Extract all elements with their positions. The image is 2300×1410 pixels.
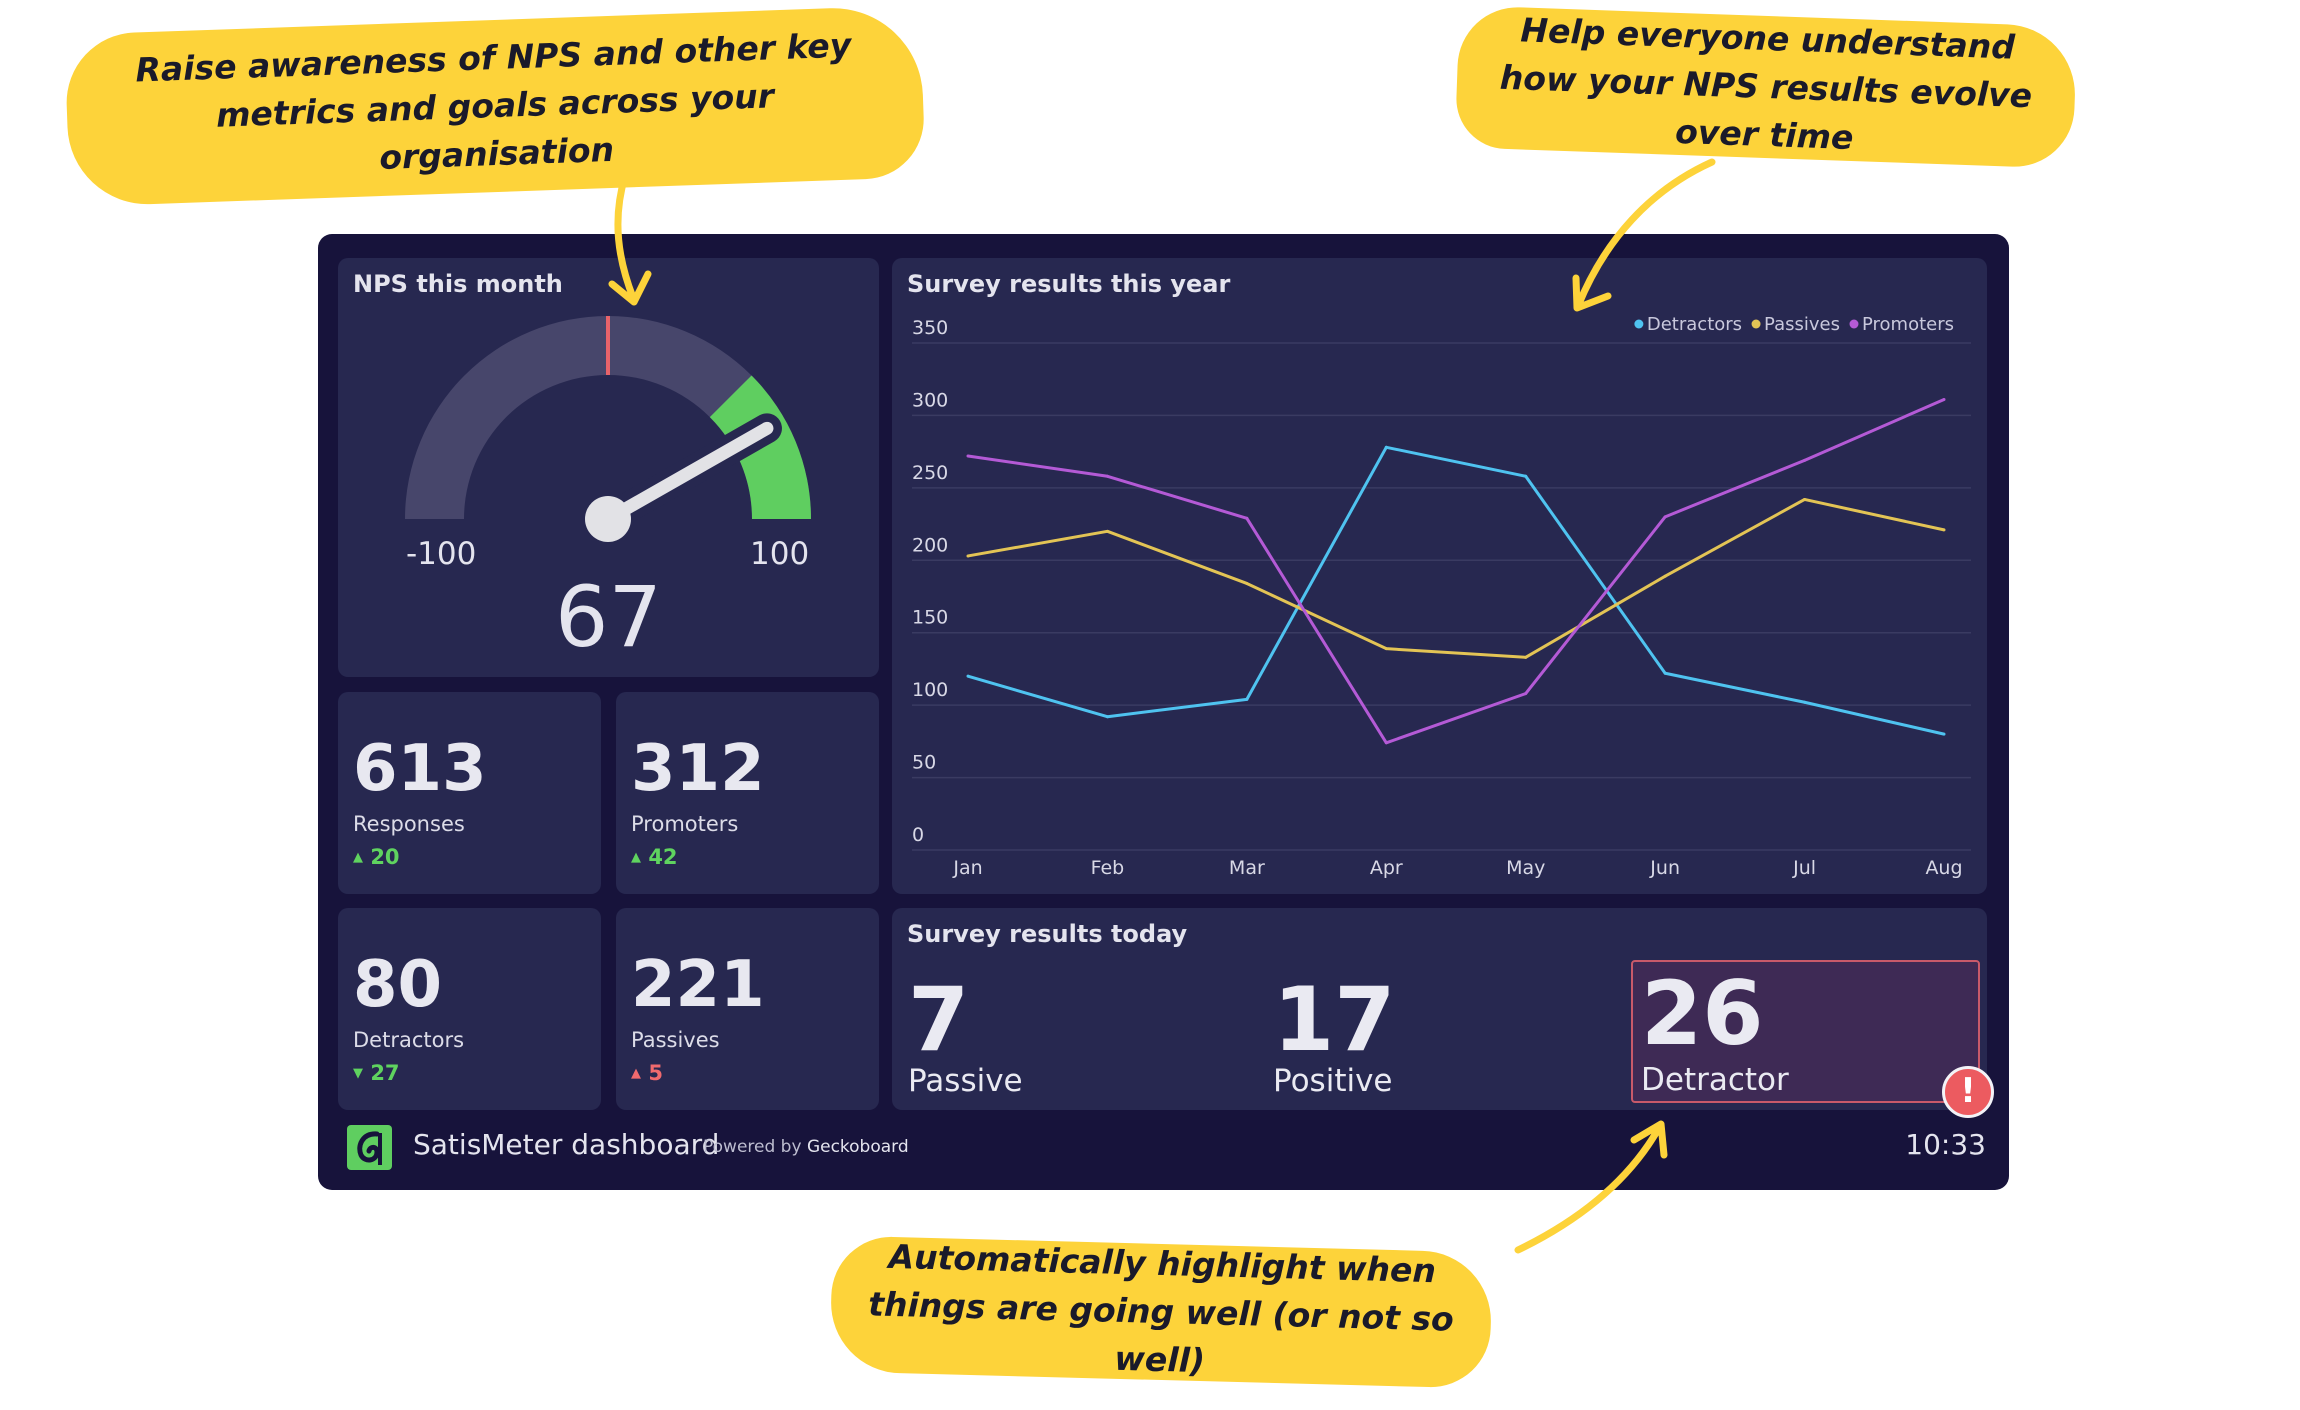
arrow-to-chart [1572, 158, 1716, 312]
arrow-to-gauge [608, 172, 652, 306]
annotation-arrows [608, 158, 1716, 1254]
arrow-to-today [1514, 1120, 1668, 1254]
